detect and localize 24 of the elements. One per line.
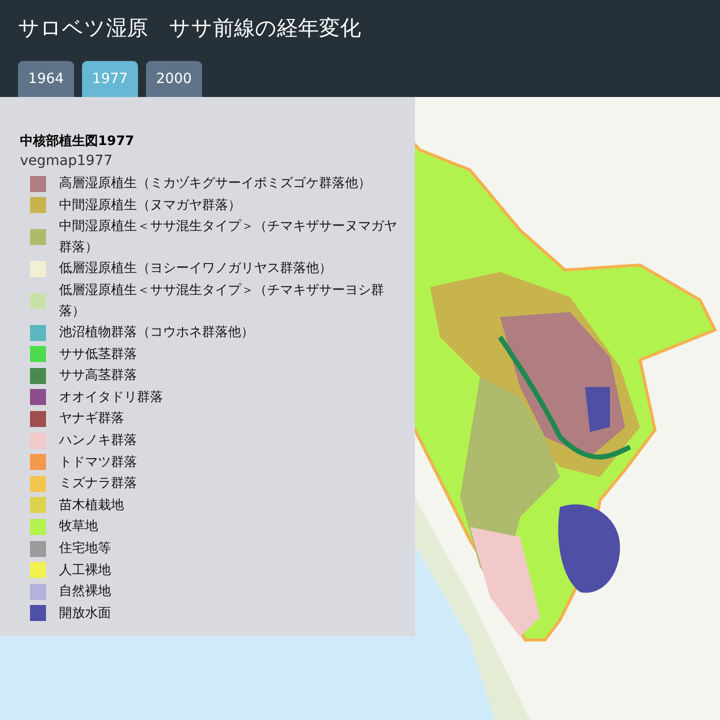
legend-label: 開放水面 [59, 604, 111, 623]
legend-label: 牧草地 [59, 518, 98, 536]
legend-label: 中間湿原植生＜ササ混生タイプ＞（チマキザサーヌマガヤ群落） [59, 218, 398, 258]
legend-label: ササ低茎群落 [59, 346, 137, 364]
legend-title: 中核部植生図1977 [20, 133, 136, 151]
legend-label: 中間湿原植生（ヌマガヤ群落） [59, 196, 241, 215]
legend-label: ヤナギ群落 [59, 410, 124, 428]
legend-label: オオイタドリ群落 [59, 388, 163, 407]
legend-label: 低層湿原植生（ヨシーイワノガリヤス群落他） [59, 260, 332, 278]
legend-label: 苗木植栽地 [59, 496, 124, 515]
year-tab[interactable]: 1964 [18, 61, 74, 97]
legend-label: トドマツ群落 [59, 454, 137, 472]
legend-label: ササ高茎群落 [59, 367, 137, 386]
legend-label: 人工裸地 [59, 562, 111, 580]
page-title: サロベツ湿原 ササ前線の経年変化 [18, 15, 362, 42]
legend-label: 自然裸地 [59, 583, 111, 602]
legend-label: 池沼植物群落（コウホネ群落他） [59, 324, 254, 342]
year-tab[interactable]: 2000 [146, 61, 202, 97]
legend-label: ハンノキ群落 [59, 432, 137, 450]
legend-label: 低層湿原植生＜ササ混生タイプ＞（チマキザサーヨシ群落） [59, 282, 385, 321]
legend-label: ミズナラ群落 [59, 475, 137, 494]
layer-name: vegmap1977 [20, 152, 114, 171]
legend-label: 高層湿原植生（ミカヅキグサーイボミズゴケ群落他） [59, 175, 371, 194]
legend-label: 住宅地等 [59, 540, 111, 558]
